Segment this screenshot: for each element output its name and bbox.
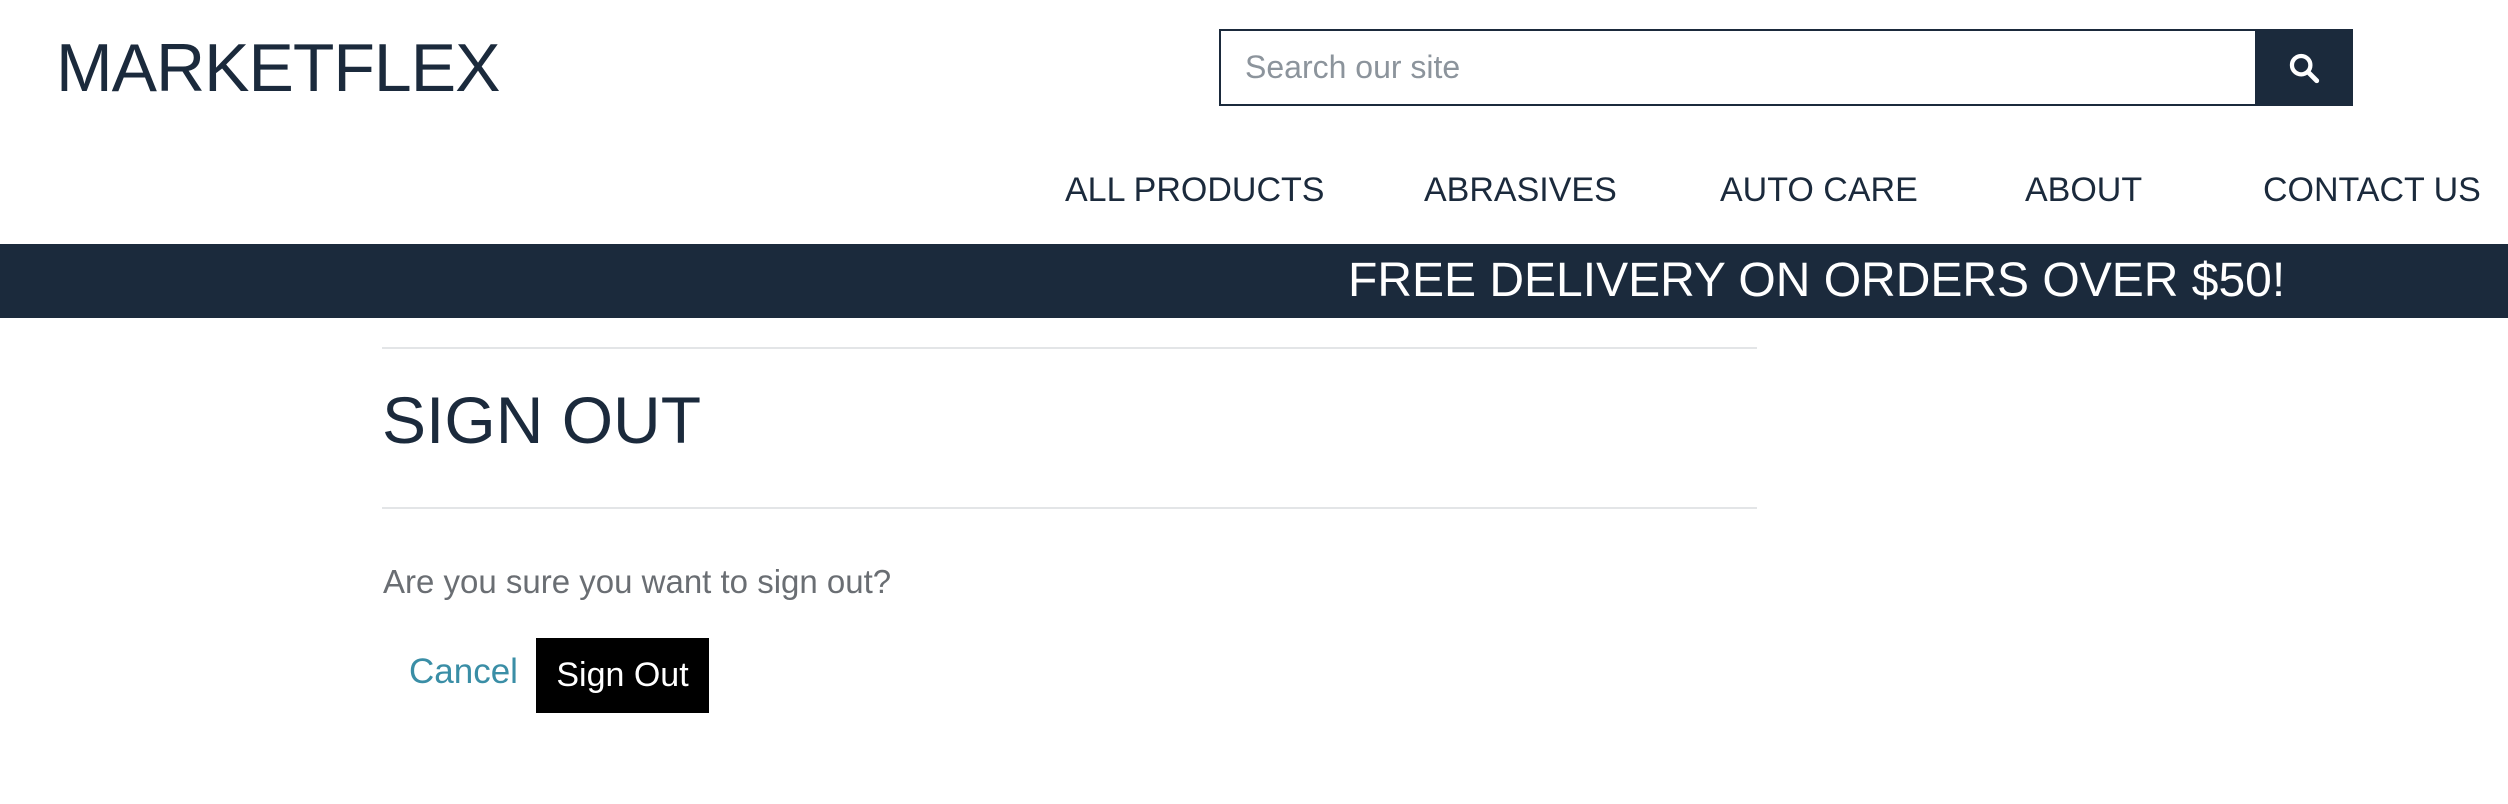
promo-banner: FREE DELIVERY ON ORDERS OVER $50!: [0, 244, 2508, 318]
site-logo[interactable]: MARKETFLEX: [56, 28, 500, 108]
search-form: [1219, 29, 2353, 106]
divider: [382, 347, 1757, 349]
nav-contact-us[interactable]: CONTACT US: [2263, 165, 2481, 215]
search-button[interactable]: [2255, 29, 2353, 106]
nav-about[interactable]: ABOUT: [2025, 165, 2142, 215]
promo-text: FREE DELIVERY ON ORDERS OVER $50!: [1348, 254, 2286, 307]
main-nav: ALL PRODUCTS ABRASIVES AUTO CARE ABOUT C…: [0, 165, 2508, 215]
cancel-link[interactable]: Cancel: [409, 652, 518, 692]
nav-all-products[interactable]: ALL PRODUCTS: [1065, 165, 1324, 215]
sign-out-button[interactable]: Sign Out: [536, 638, 709, 713]
page: MARKETFLEX ALL PRODUCTS ABRASIVES AUTO C…: [0, 0, 2508, 804]
divider: [382, 507, 1757, 509]
page-title: SIGN OUT: [382, 383, 702, 457]
search-input[interactable]: [1219, 29, 2255, 106]
nav-abrasives[interactable]: ABRASIVES: [1424, 165, 1617, 215]
nav-auto-care[interactable]: AUTO CARE: [1720, 165, 1918, 215]
signout-confirm-message: Are you sure you want to sign out?: [383, 563, 892, 600]
search-icon: [2289, 53, 2320, 83]
